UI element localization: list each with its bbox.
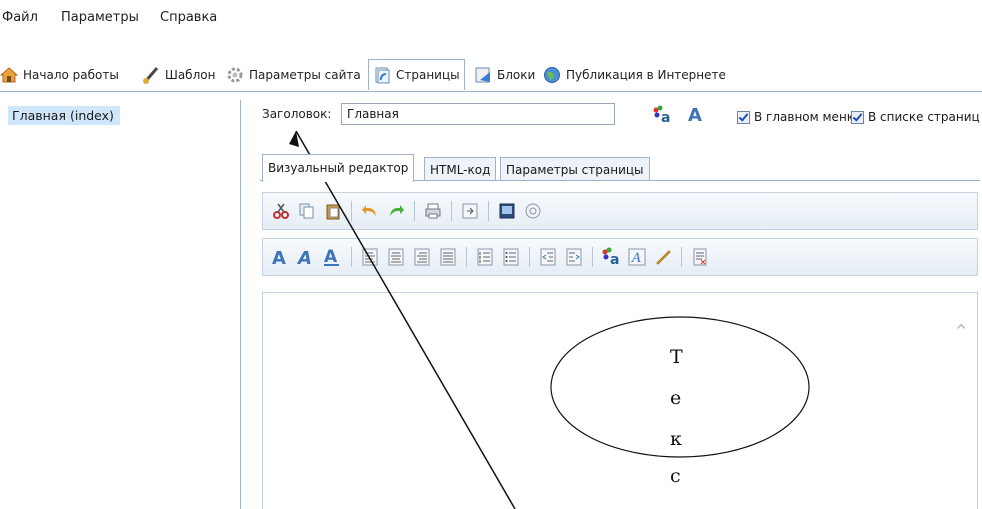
font-style-icon[interactable]: A <box>687 104 705 126</box>
main-menu-checkbox[interactable]: В главном меню <box>737 110 857 124</box>
svg-text:A: A <box>297 248 312 267</box>
text-color-icon[interactable]: a <box>601 247 621 267</box>
outdent-icon[interactable] <box>538 247 558 267</box>
tab-pages-label: Страницы <box>396 68 460 82</box>
svg-text:a: a <box>661 110 670 125</box>
redo-icon[interactable] <box>386 201 406 221</box>
toolbar-separator <box>351 201 352 221</box>
annotation-letter: е <box>670 387 682 409</box>
menu-help[interactable]: Справка <box>160 10 217 25</box>
align-center-icon[interactable] <box>386 247 406 267</box>
scroll-up-icon[interactable]: ^ <box>955 323 967 339</box>
editor-content-area[interactable]: ^ <box>262 292 978 509</box>
bold-icon[interactable]: A <box>271 247 291 267</box>
brush-icon <box>142 66 160 84</box>
align-justify-icon[interactable] <box>438 247 458 267</box>
italic-icon[interactable]: A <box>297 247 317 267</box>
toolbar-separator <box>592 247 593 267</box>
arrowhead-icon <box>289 131 299 147</box>
tab-blocks-label: Блоки <box>497 68 536 82</box>
align-right-icon[interactable] <box>412 247 432 267</box>
tab-visual-editor[interactable]: Визуальный редактор <box>262 154 415 182</box>
toolbar-separator <box>451 201 452 221</box>
tab-template-label: Шаблон <box>165 68 216 82</box>
globe-icon <box>543 66 561 84</box>
toolbar-separator <box>529 247 530 267</box>
image-icon[interactable] <box>497 201 517 221</box>
print-icon[interactable] <box>423 201 443 221</box>
toolbar-separator <box>488 201 489 221</box>
tab-site-params-label: Параметры сайта <box>249 68 361 82</box>
text-color-icon[interactable]: a <box>652 105 670 126</box>
clear-format-icon[interactable] <box>690 247 710 267</box>
main-menu-checkbox-label: В главном меню <box>754 110 857 124</box>
annotation-letter: к <box>670 428 682 450</box>
paste-icon[interactable] <box>323 201 343 221</box>
insert-page-icon[interactable] <box>460 201 480 221</box>
svg-text:a: a <box>610 252 619 267</box>
home-icon <box>0 66 19 84</box>
annotation-letter: с <box>670 465 681 487</box>
pages-list-panel: Главная (index) <box>0 100 241 509</box>
menu-params[interactable]: Параметры <box>61 10 139 25</box>
cut-icon[interactable] <box>271 201 291 221</box>
numbered-list-icon[interactable] <box>475 247 495 267</box>
editor-tabs: Визуальный редактор HTML-код Параметры с… <box>260 151 980 182</box>
toolbar-separator <box>466 247 467 267</box>
tab-site-params[interactable]: Параметры сайта <box>226 61 361 89</box>
svg-text:A: A <box>631 251 641 266</box>
tab-page-params[interactable]: Параметры страницы <box>500 157 650 181</box>
pages-list-checkbox[interactable]: В списке страниц <box>851 110 980 124</box>
tab-pages[interactable]: Страницы <box>368 59 465 90</box>
highlight-icon[interactable] <box>653 247 673 267</box>
page-list-item[interactable]: Главная (index) <box>8 106 120 125</box>
pages-list-checkbox-label: В списке страниц <box>868 110 980 124</box>
underline-icon[interactable]: A <box>323 247 343 267</box>
svg-text:A: A <box>272 248 286 267</box>
undo-icon[interactable] <box>360 201 380 221</box>
toolbar-separator <box>414 201 415 221</box>
main-tabs: Начало работы Шаблон Параметры сайта Стр… <box>0 54 982 92</box>
tab-html-code[interactable]: HTML-код <box>424 157 497 181</box>
editor-toolbar-1 <box>262 192 978 230</box>
indent-icon[interactable] <box>564 247 584 267</box>
annotation-letter: Т <box>670 346 683 368</box>
toolbar-separator <box>681 247 682 267</box>
toolbar-separator <box>351 247 352 267</box>
editor-toolbar-2: A A A a A <box>262 238 978 276</box>
menu-bar: Файл Параметры Справка <box>0 0 982 34</box>
font-icon[interactable]: A <box>627 247 647 267</box>
tab-publish[interactable]: Публикация в Интернете <box>543 61 726 89</box>
gear-icon <box>226 66 244 84</box>
svg-text:A: A <box>688 105 702 124</box>
menu-file[interactable]: Файл <box>2 10 38 25</box>
media-icon[interactable] <box>523 201 543 221</box>
copy-icon[interactable] <box>297 201 317 221</box>
checkbox-checked-icon[interactable] <box>851 110 864 124</box>
tab-start-label: Начало работы <box>23 68 119 82</box>
tab-blocks[interactable]: Блоки <box>474 61 535 89</box>
checkbox-checked-icon[interactable] <box>737 110 750 124</box>
blocks-icon <box>474 66 492 84</box>
tab-publish-label: Публикация в Интернете <box>566 68 726 82</box>
tab-start[interactable]: Начало работы <box>0 61 119 89</box>
align-left-icon[interactable] <box>360 247 380 267</box>
bullet-list-icon[interactable] <box>501 247 521 267</box>
title-label: Заголовок: <box>262 107 332 121</box>
tab-template[interactable]: Шаблон <box>142 61 215 89</box>
pages-icon <box>373 66 391 84</box>
title-input[interactable]: Главная <box>341 103 615 125</box>
